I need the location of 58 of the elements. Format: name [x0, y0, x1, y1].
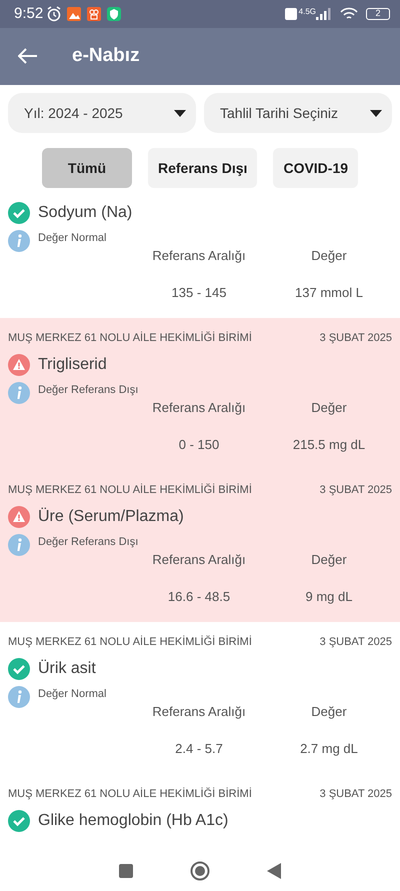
back-arrow-icon — [18, 48, 38, 64]
facility-text: MUŞ MERKEZ 61 NOLU AİLE HEKİMLİĞİ BİRİMİ — [8, 634, 252, 650]
square-icon — [118, 864, 133, 878]
test-name: Trigliserid — [38, 355, 107, 375]
clock-text: 9:52 — [14, 4, 44, 24]
status-text: Değer Normal — [38, 687, 106, 702]
filter-tab[interactable]: COVID-19 — [273, 148, 358, 188]
column-label: Değer — [310, 247, 348, 265]
reference-range: 2.4 - 5.7 — [174, 740, 224, 758]
reference-range: 16.6 - 48.5 — [166, 588, 232, 606]
info-icon — [8, 534, 30, 556]
date-text: 3 ŞUBAT 2025 — [320, 634, 392, 650]
column-label: Referans Aralığı — [151, 247, 247, 265]
status-text: Değer Referans Dışı — [38, 535, 138, 550]
info-icon — [8, 230, 30, 252]
info-icon — [8, 686, 30, 708]
facility-text: MUŞ MERKEZ 61 NOLU AİLE HEKİMLİĞİ BİRİMİ — [8, 482, 252, 498]
wifi-icon — [340, 7, 358, 21]
triangle-icon — [267, 862, 282, 879]
date-text: 3 ŞUBAT 2025 — [320, 786, 392, 802]
caret-icon — [370, 110, 382, 116]
facility-text: MUŞ MERKEZ 61 NOLU AİLE HEKİMLİĞİ BİRİMİ — [8, 786, 252, 802]
column-label: Referans Aralığı — [151, 399, 247, 417]
test-name: Ürik asit — [38, 658, 96, 679]
result-value: 2.7 mg dL — [299, 740, 359, 758]
app-title: e-Nabız — [72, 44, 140, 68]
date-text: 3 ŞUBAT 2025 — [320, 482, 392, 498]
battery-indicator: 2 — [366, 8, 390, 20]
result-value: 9 mg dL — [304, 588, 354, 606]
result-value: 137 mmol L — [294, 284, 364, 302]
column-label: Değer — [310, 399, 348, 417]
network-text: 4.5G — [298, 6, 316, 18]
info-icon — [8, 382, 30, 404]
test-name: Sodyum (Na) — [38, 203, 132, 223]
app-icon — [67, 7, 82, 21]
app-icon — [87, 7, 102, 21]
home-circle-icon — [190, 860, 210, 881]
reference-range: 135 - 145 — [170, 284, 228, 302]
caret-icon — [174, 110, 186, 116]
date-text: 3 ŞUBAT 2025 — [320, 330, 392, 346]
dropdown[interactable]: Tahlil Tarihi Seçiniz — [204, 93, 392, 133]
column-label: Referans Aralığı — [151, 703, 247, 721]
filter-tab[interactable]: Tümü — [42, 148, 132, 188]
status-text: Değer Referans Dışı — [38, 383, 138, 398]
alarm-icon — [46, 6, 62, 22]
column-label: Referans Aralığı — [151, 551, 247, 569]
home-button[interactable] — [190, 859, 210, 883]
filter-tab[interactable]: Referans Dışı — [148, 148, 258, 188]
facility-text: MUŞ MERKEZ 61 NOLU AİLE HEKİMLİĞİ BİRİMİ — [8, 330, 252, 346]
status-text: Değer Normal — [38, 231, 106, 246]
result-value: 215.5 mg dL — [292, 436, 366, 454]
dropdown[interactable]: Yıl: 2024 - 2025 — [8, 93, 196, 133]
shield-icon — [107, 7, 122, 21]
column-label: Değer — [310, 551, 348, 569]
test-name: Üre (Serum/Plazma) — [38, 506, 184, 527]
column-label: Değer — [310, 703, 348, 721]
test-name: Glike hemoglobin (Hb A1c) — [38, 811, 228, 831]
reference-range: 0 - 150 — [178, 436, 220, 454]
